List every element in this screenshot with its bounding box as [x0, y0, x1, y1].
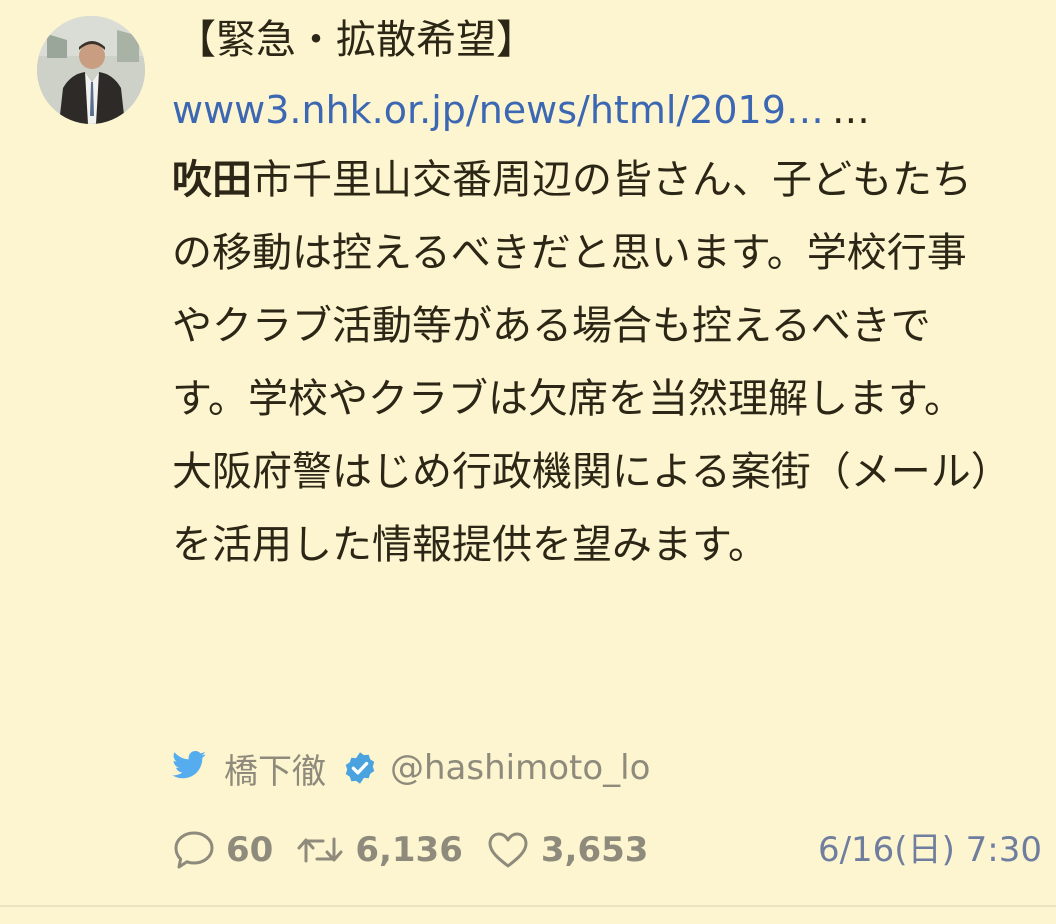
reply-button[interactable]: 60 — [172, 829, 273, 871]
author-name[interactable]: 橋下徹 — [224, 744, 326, 793]
divider — [0, 905, 1056, 907]
tweet-author[interactable]: 橋下徹 @hashimoto_lo — [172, 744, 650, 792]
tweet[interactable]: 【緊急・拡散希望】 www3.nhk.or.jp/news/html/2019…… — [0, 0, 1056, 905]
reply-icon — [174, 831, 214, 869]
tweet-link[interactable]: www3.nhk.or.jp/news/html/2019…… — [172, 82, 1002, 138]
like-icon — [488, 832, 528, 868]
tweet-headline: 【緊急・拡散希望】 — [176, 17, 536, 63]
retweet-icon — [297, 837, 343, 863]
like-count: 3,653 — [540, 830, 649, 870]
retweet-button[interactable]: 6,136 — [295, 829, 463, 871]
like-button[interactable]: 3,653 — [485, 829, 649, 871]
reply-count: 60 — [226, 830, 274, 870]
verified-badge-icon — [342, 750, 378, 786]
tweet-content: 【緊急・拡散希望】 www3.nhk.or.jp/news/html/2019…… — [172, 12, 1002, 582]
tweet-body-rest: 市千里山交番周辺の皆さん、子どもたちの移動は控えるべきだと思います。学校行事やク… — [172, 157, 991, 568]
tweet-body: 吹田市千里山交番周辺の皆さん、子どもたちの移動は控えるべきだと思います。学校行事… — [172, 144, 992, 582]
author-handle[interactable]: @hashimoto_lo — [390, 748, 650, 788]
link-url[interactable]: www3.nhk.or.jp/news/html/2019… — [172, 88, 824, 132]
tweet-actions: 60 6,136 3,653 6/16(日) 7:30 — [172, 826, 1052, 874]
tweet-body-bold: 吹田 — [172, 157, 252, 203]
tweet-timestamp[interactable]: 6/16(日) 7:30 — [818, 826, 1042, 874]
twitter-bird-icon — [172, 748, 206, 788]
retweet-count: 6,136 — [355, 830, 463, 870]
link-more: … — [831, 88, 870, 132]
avatar[interactable] — [37, 16, 145, 124]
